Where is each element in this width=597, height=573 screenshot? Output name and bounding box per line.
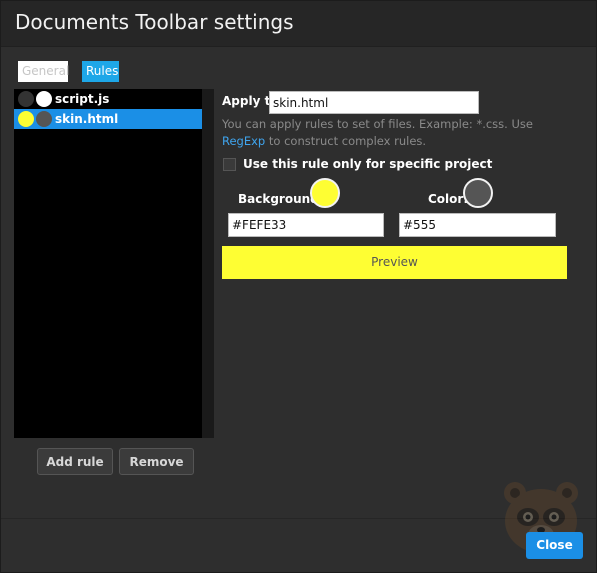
apply-to-input[interactable] <box>269 91 479 114</box>
dialog-title: Documents Toolbar settings <box>15 10 294 34</box>
add-rule-button[interactable]: Add rule <box>37 448 113 475</box>
rule-color-swatch <box>36 111 52 127</box>
title-bar: Documents Toolbar settings <box>1 1 596 47</box>
settings-dialog: Documents Toolbar settings General Rules… <box>0 0 597 573</box>
background-color-input[interactable] <box>228 213 384 237</box>
preview-box: Preview <box>222 246 567 279</box>
help-text-start: You can apply rules to set of files. Exa… <box>222 117 533 131</box>
text-color-input[interactable] <box>399 213 556 237</box>
regexp-link[interactable]: RegExp <box>222 134 265 148</box>
rule-color-swatch <box>36 91 52 107</box>
rule-background-swatch <box>18 91 34 107</box>
specific-project-label: Use this rule only for specific project <box>243 157 493 171</box>
help-text-end: to construct complex rules. <box>265 134 427 148</box>
rule-label: script.js <box>55 92 110 106</box>
rule-item-script-js[interactable]: script.js <box>14 89 202 109</box>
rule-list-scrollbar[interactable] <box>202 89 214 438</box>
specific-project-checkbox[interactable] <box>223 158 236 171</box>
rule-list[interactable]: script.js skin.html <box>14 89 214 438</box>
background-color-picker[interactable] <box>310 178 340 208</box>
help-text: You can apply rules to set of files. Exa… <box>222 116 572 150</box>
close-button[interactable]: Close <box>526 532 583 559</box>
rule-background-swatch <box>18 111 34 127</box>
tab-rules[interactable]: Rules <box>82 61 119 82</box>
remove-rule-button[interactable]: Remove <box>119 448 194 475</box>
rule-label: skin.html <box>55 112 119 126</box>
rule-item-skin-html[interactable]: skin.html <box>14 109 202 129</box>
tab-general[interactable]: General <box>18 61 69 82</box>
text-color-picker[interactable] <box>463 178 493 208</box>
